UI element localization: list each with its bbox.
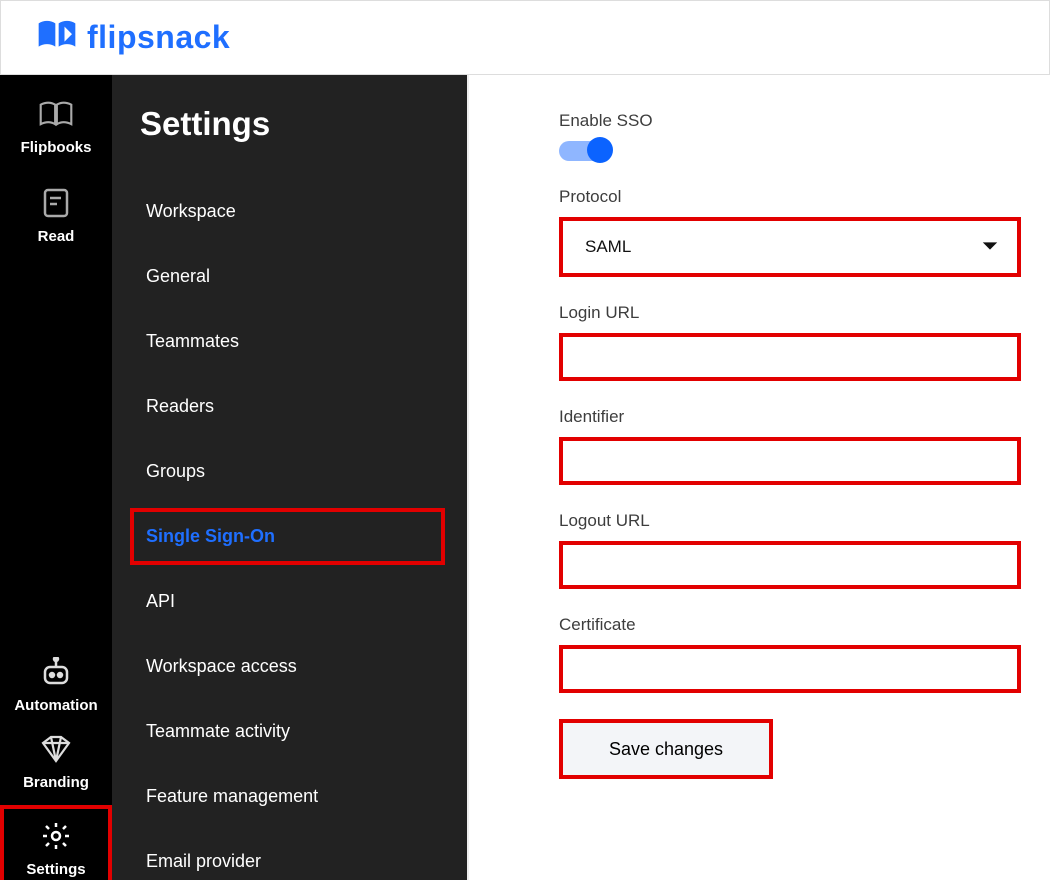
toggle-knob (587, 137, 613, 163)
menu-item-workspace[interactable]: Workspace (130, 183, 445, 240)
menu-item-general[interactable]: General (130, 248, 445, 305)
protocol-value: SAML (585, 237, 631, 257)
save-row: Save changes (559, 719, 1036, 779)
rail-label: Flipbooks (21, 139, 92, 156)
book-icon (37, 20, 77, 55)
identifier-group: Identifier (559, 407, 1036, 485)
menu-item-teammate-activity[interactable]: Teammate activity (130, 703, 445, 760)
certificate-input[interactable] (559, 645, 1021, 693)
rail-item-settings[interactable]: Settings (0, 805, 112, 880)
menu-item-email-provider[interactable]: Email provider (130, 833, 445, 890)
app-header: flipsnack (0, 0, 1050, 75)
menu-item-workspace-access[interactable]: Workspace access (130, 638, 445, 695)
enable-sso-label: Enable SSO (559, 111, 1036, 131)
menu-item-groups[interactable]: Groups (130, 443, 445, 500)
nav-rail: Flipbooks Read (0, 75, 112, 880)
settings-menu: Workspace General Teammates Readers Grou… (130, 183, 445, 890)
logout-url-group: Logout URL (559, 511, 1036, 589)
chevron-down-icon (981, 237, 999, 257)
menu-item-single-sign-on[interactable]: Single Sign-On (130, 508, 445, 565)
rail-label: Read (38, 228, 75, 245)
enable-sso-group: Enable SSO (559, 111, 1036, 161)
sso-settings-panel: Enable SSO Protocol SAML Login URL Ident… (467, 75, 1050, 880)
save-changes-button[interactable]: Save changes (559, 719, 773, 779)
certificate-label: Certificate (559, 615, 1036, 635)
menu-item-feature-management[interactable]: Feature management (130, 768, 445, 825)
logout-url-label: Logout URL (559, 511, 1036, 531)
brand-name: flipsnack (87, 19, 230, 56)
logout-url-input[interactable] (559, 541, 1021, 589)
login-url-label: Login URL (559, 303, 1036, 323)
book-open-icon (39, 99, 73, 133)
certificate-group: Certificate (559, 615, 1036, 693)
rail-label: Settings (26, 861, 85, 878)
sidebar-title: Settings (130, 105, 445, 143)
login-url-input[interactable] (559, 333, 1021, 381)
settings-sidebar: Settings Workspace General Teammates Rea… (112, 75, 467, 880)
robot-icon (39, 657, 73, 691)
gear-icon (39, 821, 73, 855)
identifier-input[interactable] (559, 437, 1021, 485)
menu-item-readers[interactable]: Readers (130, 378, 445, 435)
rail-label: Branding (23, 774, 89, 791)
rail-item-read[interactable]: Read (0, 182, 112, 249)
menu-item-api[interactable]: API (130, 573, 445, 630)
rail-item-branding[interactable]: Branding (0, 728, 112, 795)
rail-label: Automation (14, 697, 97, 714)
diamond-icon (39, 734, 73, 768)
rail-item-flipbooks[interactable]: Flipbooks (0, 93, 112, 160)
login-url-group: Login URL (559, 303, 1036, 381)
rail-item-automation[interactable]: Automation (0, 651, 112, 718)
protocol-group: Protocol SAML (559, 187, 1036, 277)
identifier-label: Identifier (559, 407, 1036, 427)
menu-item-teammates[interactable]: Teammates (130, 313, 445, 370)
enable-sso-toggle[interactable] (559, 141, 609, 161)
brand: flipsnack (37, 19, 230, 56)
protocol-label: Protocol (559, 187, 1036, 207)
layout: Flipbooks Read (0, 75, 1050, 880)
page-icon (39, 188, 73, 222)
protocol-select[interactable]: SAML (559, 217, 1021, 277)
